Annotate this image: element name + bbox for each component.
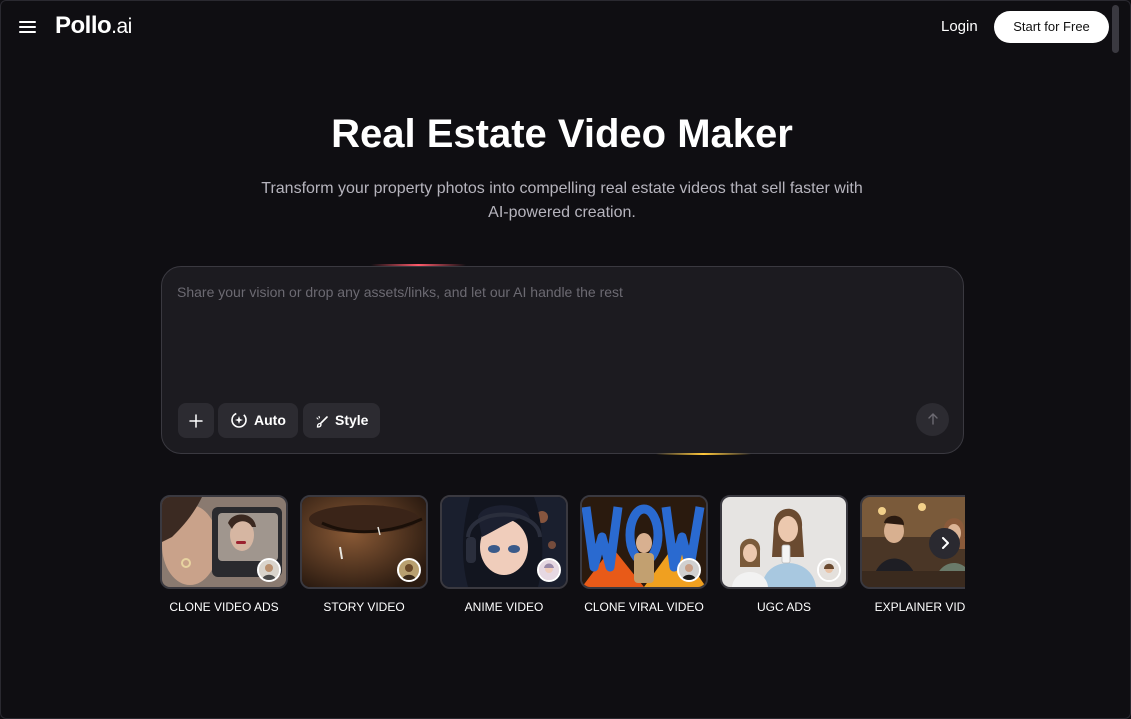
logo-suffix-text: .ai [111, 15, 132, 38]
top-header: Pollo.ai Login Start for Free [1, 1, 1121, 53]
chevron-right-icon [941, 537, 949, 549]
avatar [257, 558, 281, 582]
template-thumbnail [160, 495, 288, 589]
template-thumbnail [300, 495, 428, 589]
avatar [397, 558, 421, 582]
logo-main-text: Pollo [55, 12, 112, 39]
template-label: EXPLAINER VIDE [874, 600, 965, 614]
prompt-input[interactable]: Share your vision or drop any assets/lin… [177, 284, 937, 300]
plus-icon [189, 414, 203, 428]
auto-spin-icon [231, 412, 247, 428]
template-label: CLONE VIDEO ADS [169, 600, 279, 614]
template-thumbnail [580, 495, 708, 589]
template-card-clone-video-ads[interactable]: CLONE VIDEO ADS [160, 495, 288, 620]
brush-icon [316, 415, 328, 428]
avatar [677, 558, 701, 582]
login-link[interactable]: Login [941, 18, 978, 35]
template-card-ugc-ads[interactable]: UGC ADS [720, 495, 848, 620]
template-card-anime-video[interactable]: ANIME VIDEO [440, 495, 568, 620]
template-label: ANIME VIDEO [464, 600, 544, 614]
template-card-story-video[interactable]: STORY VIDEO [300, 495, 428, 620]
arrow-up-icon [927, 413, 938, 425]
template-thumbnail [440, 495, 568, 589]
logo[interactable]: Pollo.ai [55, 12, 132, 40]
page-title: Real Estate Video Maker [331, 112, 793, 156]
send-button[interactable] [916, 403, 949, 436]
hamburger-menu-icon[interactable] [19, 18, 37, 34]
carousel-next-button[interactable] [929, 528, 960, 559]
template-thumbnail [720, 495, 848, 589]
add-asset-button[interactable] [178, 403, 214, 438]
prompt-glow-bottom [656, 453, 751, 455]
template-card-clone-viral-video[interactable]: CLONE VIRAL VIDEO [580, 495, 708, 620]
style-button[interactable]: Style [303, 403, 380, 438]
prompt-box: Share your vision or drop any assets/lin… [161, 266, 964, 454]
auto-label: Auto [254, 412, 286, 428]
template-label: CLONE VIRAL VIDEO [584, 600, 704, 614]
page: Pollo.ai Login Start for Free Real Estat… [0, 0, 1131, 719]
auto-button[interactable]: Auto [218, 403, 298, 438]
start-for-free-button[interactable]: Start for Free [994, 11, 1109, 43]
avatar [537, 558, 561, 582]
template-label: UGC ADS [756, 600, 811, 614]
avatar [817, 558, 841, 582]
page-subtitle: Transform your property photos into comp… [261, 180, 863, 221]
style-label: Style [335, 412, 369, 428]
template-label: STORY VIDEO [323, 600, 405, 614]
template-carousel: CLONE VIDEO ADS STORY VIDEO ANIME VIDEO … [159, 495, 965, 620]
scrollbar[interactable] [1112, 5, 1119, 53]
